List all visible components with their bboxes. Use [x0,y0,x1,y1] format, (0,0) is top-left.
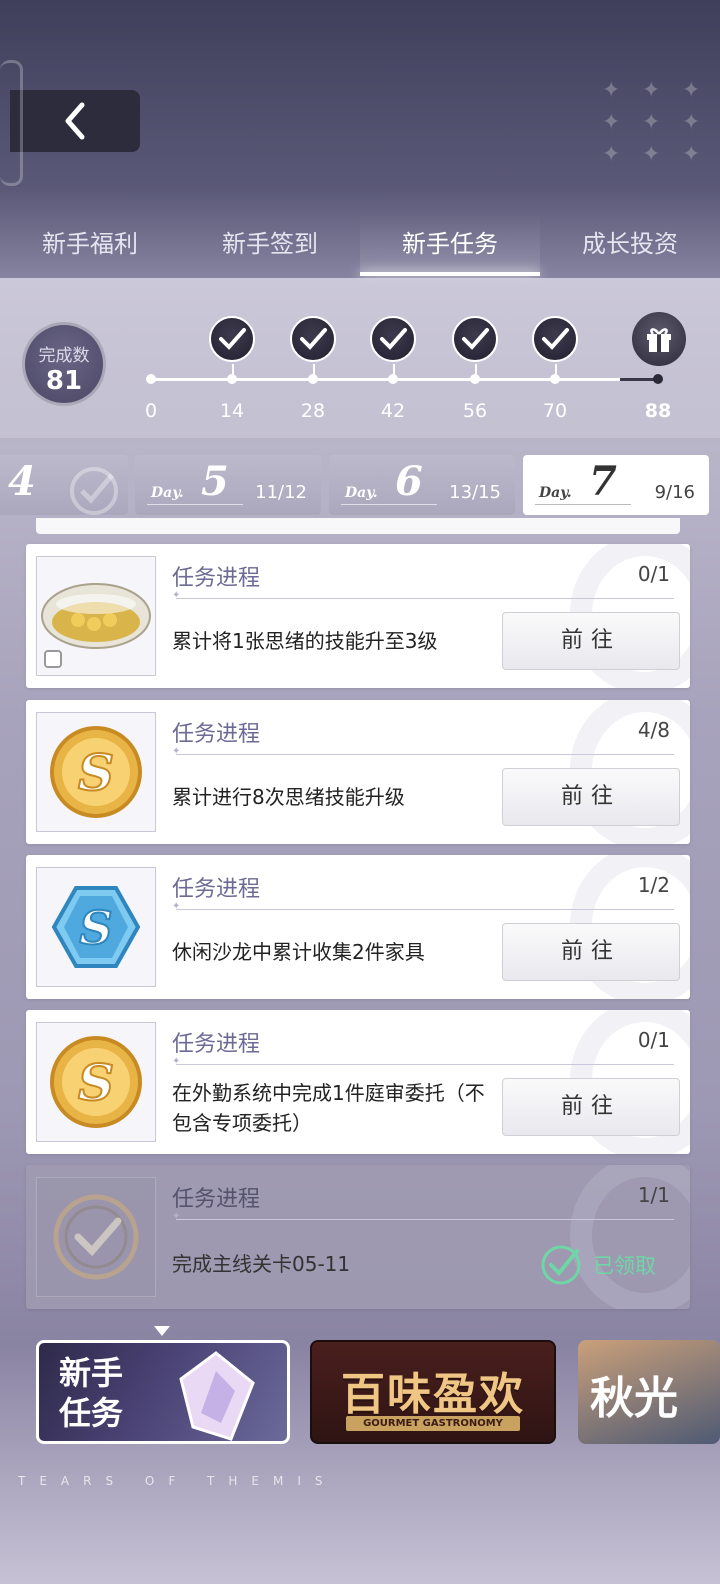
tab-newbie-signin[interactable]: 新手签到 [180,212,360,276]
brand-logo-text: TEARS OF THEMIS [18,1474,337,1488]
progress-node [653,374,663,384]
tick-label: 88 [644,400,672,422]
tab-growth-investment[interactable]: 成长投资 [540,212,720,276]
checkbox-icon [44,650,62,668]
task-reward-slot[interactable]: S [36,712,156,832]
claimed-medal-icon [53,1194,139,1280]
svg-text:S: S [79,901,112,955]
go-button[interactable]: 前往 [502,923,680,981]
go-button[interactable]: 前往 [502,768,680,826]
blue-crystal-icon: S [51,886,141,968]
gift-icon [647,328,671,352]
svg-text:S: S [78,1053,114,1112]
crystal-gem-icon [179,1351,255,1441]
check-icon [219,328,246,350]
tick-label: 14 [219,400,245,422]
gold-coin-icon: S [50,1036,142,1128]
decoration-stars: ✦ ✦ ✦ ✦ ✦ ✦ ✦ ✦ ✦ [602,78,701,167]
tick-label: 42 [380,400,406,422]
banner-gourmet-gastronomy[interactable]: 百味盈欢 GOURMET GASTRONOMY [310,1340,556,1444]
gold-coin-icon: S [50,726,142,818]
day-tab-7[interactable]: Day. 7 9/16 [523,455,709,515]
tick-label: 56 [462,400,488,422]
task-item: S 任务进程 0/1 在外勤系统中完成1件庭审委托（不包含专项委托） 前往 [26,1010,690,1154]
tick-label: 0 [144,400,158,422]
chevron-left-icon [65,102,85,140]
milestone-gift-88[interactable] [632,312,686,366]
day-tab-6[interactable]: Day. 6 13/15 [329,455,515,515]
tick-label: 28 [300,400,326,422]
day-tab-5[interactable]: Day. 5 11/12 [135,455,321,515]
go-button[interactable]: 前往 [502,612,680,670]
day-selector: 4 Day. 5 11/12 Day. 6 13/15 Day. 7 9/16 [0,455,720,517]
milestone-claimed-70[interactable] [532,316,578,376]
day-tab-4[interactable]: 4 [0,455,128,515]
tab-newbie-welfare[interactable]: 新手福利 [0,212,180,276]
completion-progress: 完成数 81 0 14 28 42 56 70 88 [0,278,720,438]
milestone-claimed-56[interactable] [452,316,498,376]
tab-newbie-tasks[interactable]: 新手任务 [360,212,540,276]
task-reward-slot[interactable]: S [36,1022,156,1142]
check-icon [380,328,407,350]
tab-bar: 新手福利 新手签到 新手任务 成长投资 [0,212,720,276]
check-circle-icon [70,467,118,515]
progress-node [146,374,156,384]
task-item: S 任务进程 4/8 累计进行8次思绪技能升级 前往 [26,700,690,844]
check-icon [462,328,489,350]
completion-count-badge: 完成数 81 [22,322,106,406]
task-item-completed: 任务进程 1/1 完成主线关卡05-11 已领取 [26,1165,690,1309]
task-reward-slot[interactable]: S [36,867,156,987]
banner-autumn-light[interactable]: 秋光 [578,1340,720,1444]
tick-label: 70 [542,400,568,422]
selected-banner-indicator [154,1326,170,1336]
milestone-claimed-14[interactable] [209,316,255,376]
svg-text:S: S [78,743,114,802]
milestone-claimed-28[interactable] [290,316,336,376]
task-list: 任务进程 0/1 累计将1张思绪的技能升至3级 前往 S 任务进程 4/8 累计… [26,518,690,1309]
task-item: S 任务进程 1/2 休闲沙龙中累计收集2件家具 前往 [26,855,690,999]
task-reward-slot [36,1177,156,1297]
check-icon [300,328,327,350]
claimed-status: 已领取 [539,1243,656,1287]
back-button[interactable] [0,60,140,186]
check-circle-icon [541,1245,581,1285]
banner-newbie-tasks[interactable]: 新手 任务 [36,1340,290,1444]
milestone-claimed-42[interactable] [370,316,416,376]
bowl-item-icon [41,583,151,649]
task-reward-slot[interactable] [36,556,156,676]
go-button[interactable]: 前往 [502,1078,680,1136]
check-icon [542,328,569,350]
event-banner-carousel: 新手 任务 百味盈欢 GOURMET GASTRONOMY 秋光 [0,1336,720,1456]
task-item: 任务进程 0/1 累计将1张思绪的技能升至3级 前往 [26,544,690,688]
